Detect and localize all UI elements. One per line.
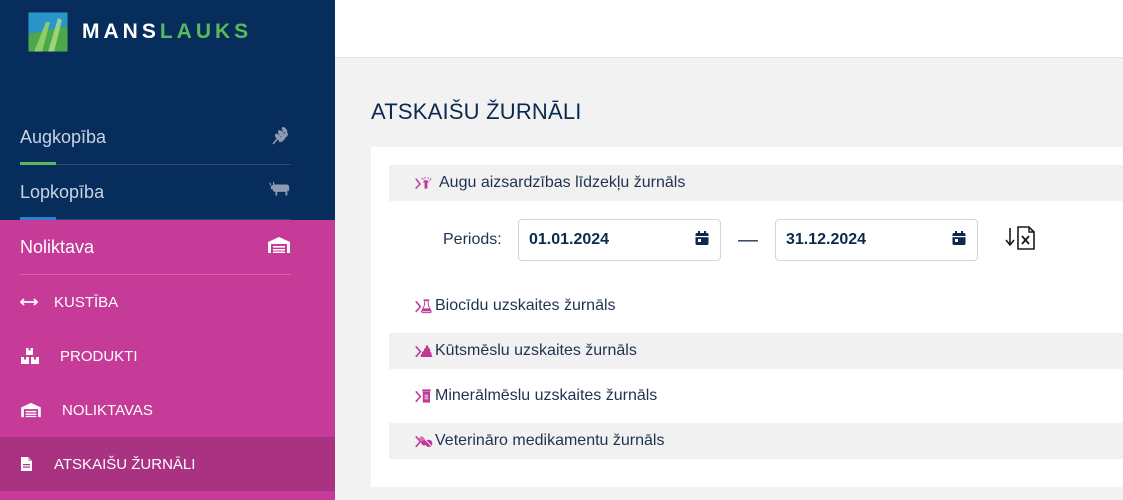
sidebar-item-label: Augkopība (20, 126, 107, 147)
sidebar-item-label: KUSTĪBA (54, 293, 119, 311)
sidebar-item-lopkopiba[interactable]: Lopkopība (20, 165, 291, 220)
page-title: ATSKAIŠU ŽURNĀLI (371, 99, 582, 124)
sidebar-item-produkti[interactable]: PRODUKTI (0, 329, 335, 383)
journal-label: Kūtsmēslu uzskaites žurnāls (435, 342, 637, 359)
calendar-icon[interactable] (694, 230, 710, 251)
pills-icon (389, 429, 433, 453)
top-bar (335, 0, 1123, 58)
journal-label: Veterināro medikamentu žurnāls (435, 432, 665, 449)
calendar-icon[interactable] (951, 230, 967, 251)
sidebar-item-atskaisu-zurnali[interactable]: ATSKAIŠU ŽURNĀLI (0, 437, 335, 491)
cow-icon (269, 179, 291, 206)
sidebar-item-label: PRODUKTI (60, 347, 138, 365)
logo-wordmark: MANSLAUKS (82, 20, 253, 43)
journal-row-veterinaro[interactable]: Veterināro medikamentu žurnāls (389, 423, 1123, 459)
journal-label: Biocīdu uzskaites žurnāls (435, 297, 616, 314)
journal-row-mineralmeslu[interactable]: Minerālmēslu uzskaites žurnāls (389, 378, 1123, 414)
wheat-icon (269, 124, 291, 151)
sidebar: MANSLAUKS Augkopība Lopkopība Noliktava … (0, 0, 335, 500)
sidebar-item-label: NOLIKTAVAS (62, 401, 153, 419)
date-from-field[interactable]: 01.01.2024 (518, 219, 721, 261)
date-from-value: 01.01.2024 (529, 231, 610, 248)
logo-mark-icon (28, 12, 68, 52)
excel-download-icon (1005, 225, 1037, 256)
journal-row-kutsmeslu[interactable]: Kūtsmēslu uzskaites žurnāls (389, 333, 1123, 369)
fertilizer-icon (389, 384, 433, 408)
period-filter: Periods: 01.01.2024 — 31.12.2024 (443, 219, 1038, 261)
sidebar-item-noliktava[interactable]: Noliktava (20, 220, 291, 275)
sidebar-section-noliktava: Noliktava KUSTĪBA PRODUKTI NOLIKTAVAS AT… (0, 220, 335, 500)
journal-row-augu-aizsardzibas[interactable]: Augu aizsardzības līdzekļu žurnāls (389, 165, 1123, 201)
sidebar-item-noliktavas[interactable]: NOLIKTAVAS (0, 383, 335, 437)
sidebar-item-kustiba[interactable]: KUSTĪBA (0, 275, 335, 329)
excel-download-button[interactable] (1004, 225, 1038, 255)
date-to-field[interactable]: 31.12.2024 (775, 219, 978, 261)
period-label: Periods: (443, 231, 502, 248)
sidebar-item-label: Lopkopība (20, 181, 105, 202)
arrows-horizontal-icon (20, 297, 54, 307)
warehouse-icon (20, 402, 62, 418)
sidebar-item-label: ATSKAIŠU ŽURNĀLI (54, 455, 196, 473)
sidebar-item-label: Noliktava (20, 236, 95, 257)
sidebar-top-nav: Augkopība Lopkopība (20, 110, 291, 220)
manure-icon (389, 339, 433, 363)
journal-label: Augu aizsardzības līdzekļu žurnāls (439, 174, 686, 191)
app-logo[interactable]: MANSLAUKS (28, 12, 252, 52)
journal-row-biocidu[interactable]: Biocīdu uzskaites žurnāls (389, 288, 1123, 324)
spray-icon (389, 172, 433, 194)
flask-icon (389, 294, 433, 318)
boxes-icon (20, 347, 60, 365)
journals-panel: Augu aizsardzības līdzekļu žurnāls Perio… (371, 147, 1123, 487)
sidebar-item-augkopiba[interactable]: Augkopība (20, 110, 291, 165)
warehouse-icon (267, 236, 291, 259)
journal-label: Minerālmēslu uzskaites žurnāls (435, 387, 658, 404)
document-icon (20, 456, 54, 472)
date-to-value: 31.12.2024 (786, 231, 867, 248)
period-separator: — (738, 228, 758, 251)
